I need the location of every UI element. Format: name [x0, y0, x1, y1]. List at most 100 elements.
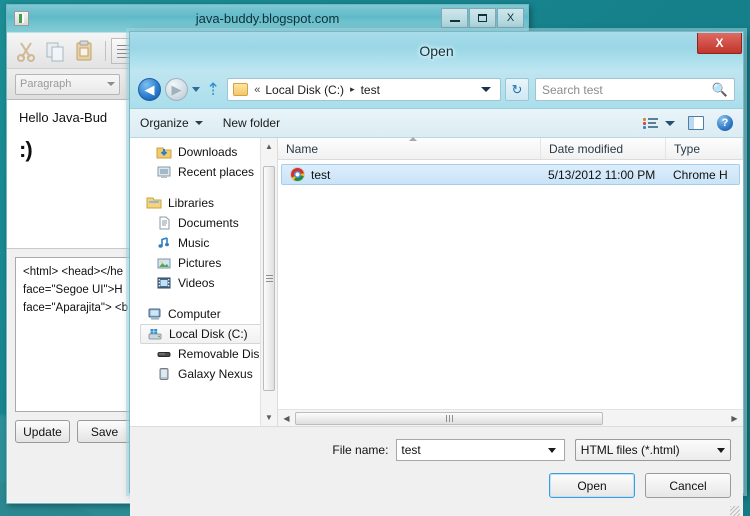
dialog-navigation-bar: ◀ ▶ ⇡ « Local Disk (C:) ▸ test ↻ Search … — [130, 71, 743, 109]
sidebar-item-label: Computer — [168, 307, 221, 321]
column-header-label: Type — [674, 141, 701, 156]
toolbar-separator — [105, 40, 106, 61]
column-header-name[interactable]: Name — [278, 137, 541, 159]
view-dropdown-icon[interactable] — [665, 120, 675, 126]
downloads-folder-icon — [156, 144, 172, 160]
sidebar-item-label: Galaxy Nexus — [178, 367, 253, 381]
computer-icon — [146, 306, 162, 322]
breadcrumb-test[interactable]: test — [361, 83, 380, 97]
help-icon[interactable]: ? — [717, 115, 733, 131]
file-name-row: File name: test HTML files (*.html) — [130, 427, 743, 461]
file-name-value: test — [401, 443, 421, 457]
documents-icon — [156, 215, 172, 231]
scroll-down-button[interactable]: ▼ — [261, 409, 277, 426]
organize-label: Organize — [140, 116, 189, 130]
address-bar[interactable]: « Local Disk (C:) ▸ test — [227, 78, 501, 101]
chrome-file-icon — [290, 167, 305, 182]
dialog-title: Open — [419, 43, 454, 59]
sidebar-item-music[interactable]: Music — [130, 233, 277, 253]
column-header-label: Name — [286, 141, 319, 156]
navigation-pane-scrollbar[interactable]: ▲ ▼ — [260, 138, 277, 426]
file-list-horizontal-scrollbar[interactable]: ◀ ▶ — [278, 409, 743, 426]
copy-icon[interactable] — [42, 38, 68, 64]
scrollbar-thumb[interactable] — [263, 166, 275, 391]
sidebar-item-label: Libraries — [168, 196, 215, 210]
magnifier-icon: 🔍 — [711, 81, 728, 97]
open-button[interactable]: Open — [549, 473, 635, 498]
new-folder-button[interactable]: New folder — [223, 116, 280, 130]
preview-pane-icon[interactable] — [688, 116, 704, 130]
breadcrumb-local-disk[interactable]: Local Disk (C:) — [265, 83, 344, 97]
history-dropdown-icon[interactable] — [192, 87, 200, 92]
navigation-pane: Downloads Recent places Libraries Docume… — [130, 138, 278, 426]
sidebar-item-computer[interactable]: Computer — [130, 304, 277, 324]
recent-places-icon — [156, 164, 172, 180]
resize-grip-icon[interactable] — [730, 506, 740, 516]
sidebar-item-removable-disk[interactable]: Removable Disk ( — [130, 344, 277, 364]
address-dropdown-icon[interactable] — [481, 87, 491, 92]
background-window-titlebar[interactable]: java-buddy.blogspot.com X — [7, 5, 528, 33]
sidebar-item-pictures[interactable]: Pictures — [130, 253, 277, 273]
sidebar-item-label: Downloads — [178, 145, 238, 159]
hscroll-right-button[interactable]: ▶ — [726, 414, 743, 423]
column-header-type[interactable]: Type — [666, 138, 743, 159]
source-line-1: <html> <head></he — [23, 266, 124, 278]
sidebar-item-local-disk-c[interactable]: Local Disk (C:) — [140, 324, 274, 344]
file-type-value: HTML files (*.html) — [580, 443, 680, 457]
sidebar-item-label: Recent places — [178, 165, 255, 179]
change-view-icon[interactable] — [643, 117, 658, 130]
maximize-button[interactable] — [469, 8, 496, 28]
save-button[interactable]: Save — [77, 420, 132, 443]
chevron-down-icon — [107, 82, 115, 86]
file-name-input[interactable]: test — [396, 439, 565, 461]
desktop: java-buddy.blogspot.com X Paragraph Hell… — [0, 0, 750, 516]
sort-ascending-icon — [409, 137, 417, 141]
update-button[interactable]: Update — [15, 420, 70, 443]
sidebar-item-documents[interactable]: Documents — [130, 213, 277, 233]
file-list[interactable]: test 5/13/2012 11:00 PM Chrome H — [278, 160, 743, 409]
dialog-action-buttons: Open Cancel — [130, 461, 743, 498]
sidebar-item-galaxy-nexus[interactable]: Galaxy Nexus — [130, 364, 277, 384]
breadcrumb-separator-icon[interactable]: ▸ — [350, 84, 355, 95]
cancel-button[interactable]: Cancel — [645, 473, 731, 498]
minimize-button[interactable] — [441, 8, 468, 28]
refresh-icon[interactable]: ↻ — [505, 78, 529, 101]
cut-icon[interactable] — [13, 38, 39, 64]
sidebar-item-label: Documents — [178, 216, 239, 230]
source-line-2: face="Segoe UI">H — [23, 283, 123, 296]
scroll-up-button[interactable]: ▲ — [261, 138, 277, 155]
chevron-down-icon[interactable] — [547, 447, 556, 453]
paste-icon[interactable] — [71, 38, 97, 64]
dialog-titlebar[interactable]: Open X — [130, 32, 743, 71]
libraries-icon — [146, 195, 162, 211]
search-input[interactable]: Search test 🔍 — [535, 78, 735, 101]
table-row[interactable]: test 5/13/2012 11:00 PM Chrome H — [281, 164, 740, 185]
file-name-label: File name: — [332, 443, 389, 457]
file-type-select[interactable]: HTML files (*.html) — [574, 439, 731, 461]
column-header-date-modified[interactable]: Date modified — [541, 138, 666, 159]
close-button[interactable]: X — [497, 8, 524, 28]
organize-menu[interactable]: Organize — [140, 116, 203, 130]
sidebar-item-label: Local Disk (C:) — [169, 327, 248, 341]
hscroll-left-button[interactable]: ◀ — [278, 414, 295, 423]
window-controls: X — [440, 8, 524, 28]
column-header-label: Date modified — [549, 141, 624, 156]
dialog-close-button[interactable]: X — [697, 33, 742, 54]
paragraph-combo[interactable]: Paragraph — [15, 73, 120, 95]
pictures-icon — [156, 255, 172, 271]
sidebar-item-videos[interactable]: Videos — [130, 273, 277, 293]
sidebar-item-label: Music — [178, 236, 210, 250]
sidebar-item-downloads[interactable]: Downloads — [130, 142, 277, 162]
back-arrow-icon[interactable]: ◀ — [138, 78, 161, 101]
open-dialog[interactable]: Open X ◀ ▶ ⇡ « Local Disk (C:) ▸ test ↻ … — [129, 31, 744, 516]
file-type-cell: Chrome H — [673, 167, 728, 182]
sidebar-item-libraries[interactable]: Libraries — [130, 193, 277, 213]
sidebar-item-recent-places[interactable]: Recent places — [130, 162, 277, 182]
dialog-footer: File name: test HTML files (*.html) Open… — [130, 426, 743, 516]
file-list-pane: Name Date modified Type test 5/13/2012 1… — [278, 137, 743, 426]
up-arrow-icon[interactable]: ⇡ — [206, 80, 220, 100]
address-overflow-chevrons[interactable]: « — [254, 84, 260, 96]
forward-arrow-icon[interactable]: ▶ — [165, 78, 188, 101]
hscrollbar-thumb[interactable] — [295, 411, 603, 425]
